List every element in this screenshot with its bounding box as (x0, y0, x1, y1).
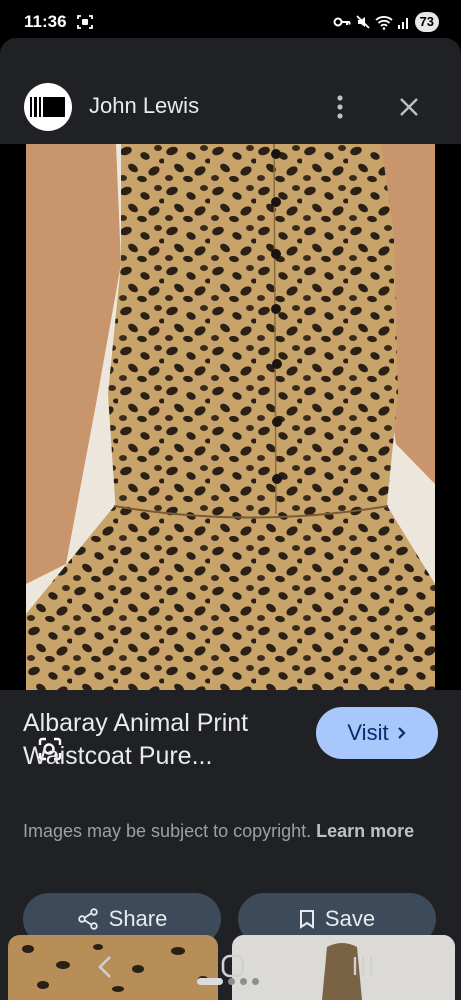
learn-more-link[interactable]: Learn more (316, 821, 414, 841)
carousel-dot (228, 978, 235, 985)
mute-icon (355, 15, 370, 29)
carousel-indicator (197, 978, 259, 985)
close-icon (400, 98, 418, 116)
carousel-dot (240, 978, 247, 985)
more-vert-icon (337, 95, 343, 119)
home-icon[interactable] (220, 953, 246, 979)
sheet-header: John Lewis (0, 38, 461, 144)
share-label: Share (108, 906, 168, 931)
close-button[interactable] (394, 92, 424, 122)
save-label: Save (324, 906, 376, 931)
copyright-text: Images may be subject to copyright. (23, 821, 312, 841)
carousel-dot (252, 978, 259, 985)
image-area (0, 144, 461, 761)
leopard-dress-image (26, 144, 435, 690)
more-options-button[interactable] (325, 92, 355, 122)
source-name[interactable]: John Lewis (89, 93, 199, 119)
status-time: 11:36 (24, 12, 67, 31)
source-logo[interactable] (24, 83, 72, 131)
status-icons: 73 (333, 12, 439, 32)
screenshot-icon (77, 15, 93, 29)
share-icon (77, 908, 98, 930)
wifi-icon (374, 16, 393, 30)
bookmark-icon (299, 910, 314, 929)
image-viewer-sheet: John Lewis Albaray Animal Print Waistcoa… (0, 38, 461, 1000)
key-icon (333, 17, 351, 27)
chevron-right-icon (397, 727, 406, 739)
back-icon[interactable] (92, 953, 120, 981)
recent-apps-icon[interactable] (350, 953, 376, 979)
system-nav-bar (0, 945, 461, 1000)
battery-badge: 73 (414, 12, 439, 32)
copyright-notice: Images may be subject to copyright. Lear… (23, 818, 433, 845)
john-lewis-logo-icon (29, 95, 67, 119)
product-image[interactable] (26, 144, 435, 690)
product-title[interactable]: Albaray Animal Print Waistcoat Pure... (23, 707, 303, 773)
carousel-dot-active (197, 978, 223, 985)
visit-label: Visit (347, 720, 389, 745)
signal-icon (397, 18, 408, 29)
visit-button[interactable]: Visit (316, 707, 438, 759)
